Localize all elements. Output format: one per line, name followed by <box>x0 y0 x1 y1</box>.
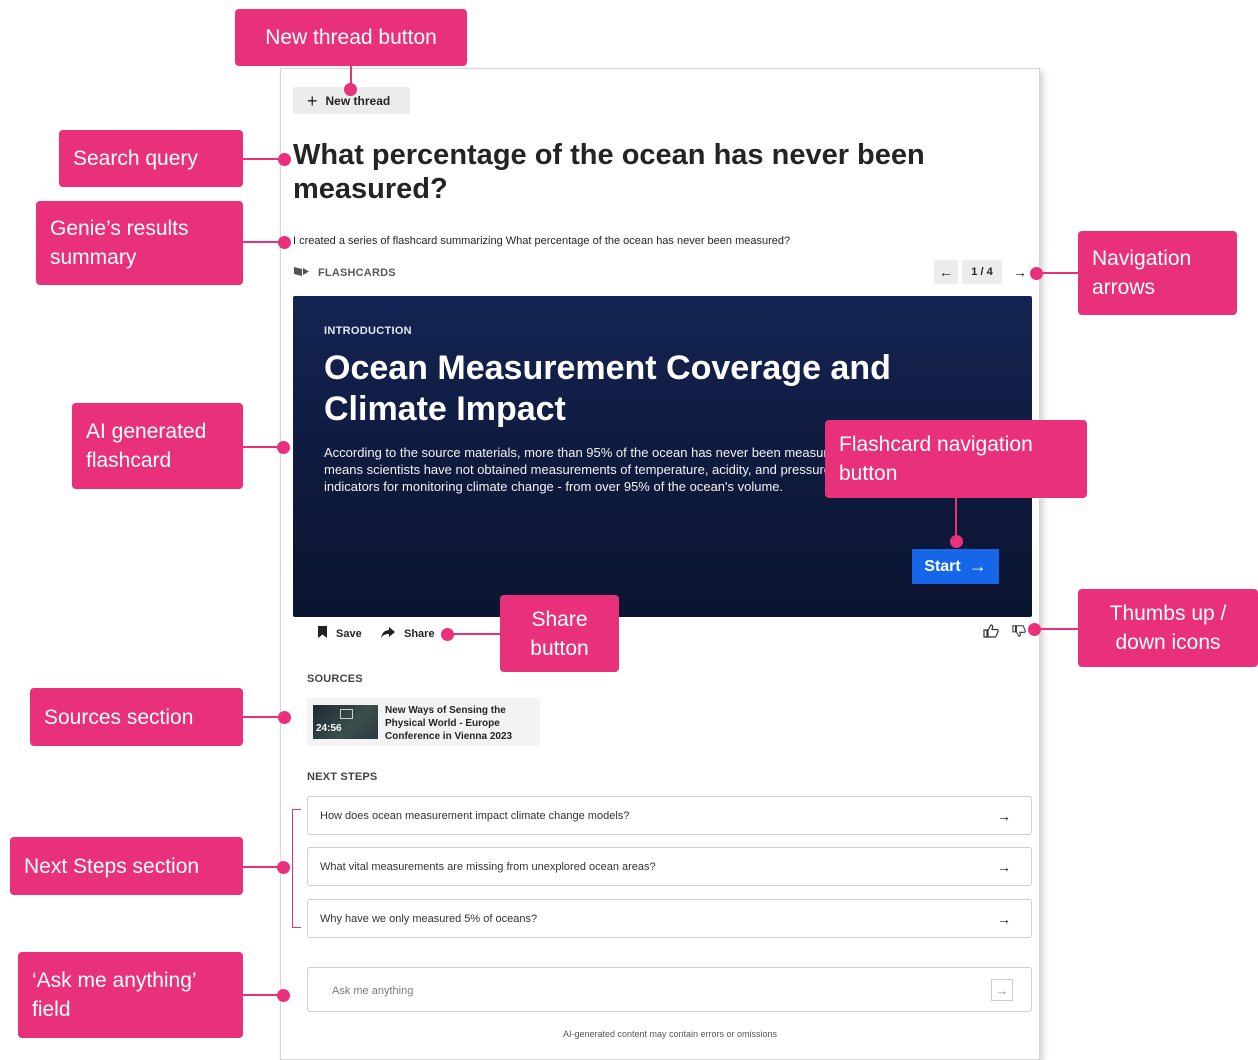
thumbs-up-icon[interactable] <box>983 624 999 641</box>
previous-arrow-button[interactable]: ← <box>934 260 958 284</box>
next-steps-heading: NEXT STEPS <box>307 771 378 783</box>
callout-dot <box>1028 623 1041 636</box>
callout-dot <box>441 628 454 641</box>
callout-dot <box>950 535 963 548</box>
next-step-item[interactable]: How does ocean measurement impact climat… <box>307 796 1032 835</box>
flashcards-label-text: FLASHCARDS <box>318 267 396 279</box>
share-icon <box>381 626 395 641</box>
next-step-text: How does ocean measurement impact climat… <box>320 809 630 822</box>
callout-next-steps: Next Steps section <box>10 837 243 895</box>
arrow-right-icon: → <box>995 982 1009 998</box>
start-label: Start <box>924 557 961 575</box>
flashcard-title: Ocean Measurement Coverage and Climate I… <box>324 349 891 428</box>
callout-flashcard: AI generated flashcard <box>72 403 243 489</box>
callout-sources: Sources section <box>30 688 243 746</box>
source-card[interactable]: 24:56 New Ways of Sensing the Physical W… <box>307 698 540 746</box>
callout-new-thread: New thread button <box>235 9 467 66</box>
flashcards-label: FLASHCARDS <box>293 266 396 280</box>
callout-dot <box>278 711 291 724</box>
start-button[interactable]: Start → <box>912 549 999 584</box>
callout-dot <box>277 989 290 1002</box>
callout-line <box>955 498 957 540</box>
callout-share: Share button <box>500 595 619 672</box>
callout-navigation: Navigation arrows <box>1078 231 1237 315</box>
ask-field[interactable]: → <box>307 967 1032 1012</box>
callout-dot <box>278 236 291 249</box>
callout-line <box>452 633 500 635</box>
callout-search-query: Search query <box>59 130 243 187</box>
arrow-right-icon: → <box>997 807 1011 824</box>
callout-ask: ‘Ask me anything’ field <box>18 952 243 1038</box>
arrow-right-icon: → <box>997 910 1011 927</box>
callout-line <box>1036 628 1078 630</box>
video-duration: 24:56 <box>316 723 342 734</box>
next-step-text: Why have we only measured 5% of oceans? <box>320 912 538 925</box>
sources-heading: SOURCES <box>307 673 363 685</box>
save-label: Save <box>336 627 362 640</box>
search-query-title: What percentage of the ocean has never b… <box>293 139 925 205</box>
callout-line <box>243 241 283 243</box>
callout-dot <box>344 83 357 96</box>
next-step-item[interactable]: Why have we only measured 5% of oceans? … <box>307 899 1032 938</box>
arrow-left-icon: ← <box>939 264 953 280</box>
send-button[interactable]: → <box>991 979 1013 1001</box>
callout-bracket <box>292 809 301 928</box>
callout-flashcard-nav: Flashcard navigation button <box>825 420 1087 498</box>
callout-dot <box>1030 267 1043 280</box>
bookmark-icon <box>318 626 327 641</box>
next-step-text: What vital measurements are missing from… <box>320 860 656 873</box>
next-arrow-button[interactable]: → <box>1008 260 1032 284</box>
callout-dot <box>277 441 290 454</box>
thumbs-down-icon[interactable] <box>1012 624 1026 641</box>
new-thread-label: New thread <box>325 93 391 108</box>
save-button[interactable]: Save <box>318 626 362 641</box>
callout-summary: Genie’s results summary <box>36 201 243 285</box>
ask-input[interactable] <box>330 980 974 1002</box>
callout-thumbs: Thumbs up / down icons <box>1078 589 1258 667</box>
results-summary: I created a series of flashcard summariz… <box>293 235 791 247</box>
arrow-right-icon: → <box>997 858 1011 875</box>
arrow-right-icon: → <box>968 556 987 576</box>
share-button[interactable]: Share <box>381 626 435 641</box>
flashcards-icon <box>293 266 310 280</box>
page-indicator: 1 / 4 <box>962 260 1002 284</box>
callout-dot <box>277 861 290 874</box>
source-title: New Ways of Sensing the Physical World -… <box>385 705 513 742</box>
callout-dot <box>278 153 291 166</box>
next-step-item[interactable]: What vital measurements are missing from… <box>307 847 1032 886</box>
screen-icon <box>340 709 353 719</box>
video-thumbnail: 24:56 <box>313 705 378 739</box>
arrow-right-icon: → <box>1013 264 1027 280</box>
flashcard-body: According to the source materials, more … <box>324 445 874 494</box>
callout-line <box>243 716 283 718</box>
share-label: Share <box>404 627 435 640</box>
plus-icon: + <box>307 90 318 111</box>
flashcard-section: INTRODUCTION <box>324 325 412 337</box>
